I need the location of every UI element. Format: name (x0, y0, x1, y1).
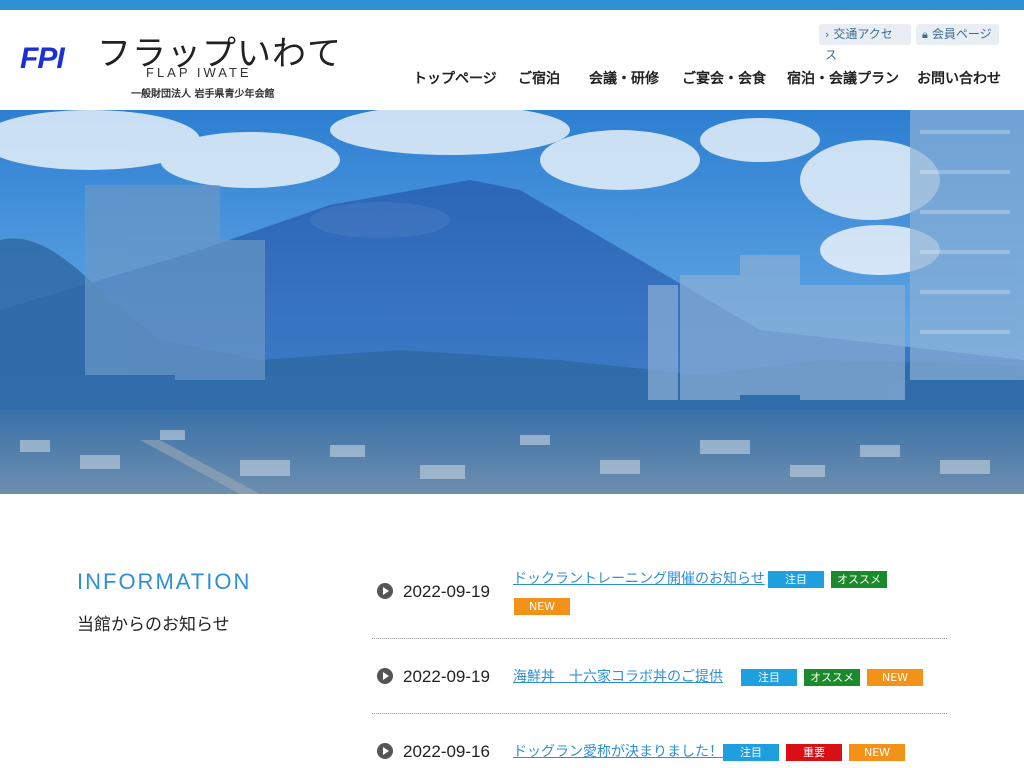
top-accent-bar (0, 0, 1024, 10)
chevron-right-icon: › (825, 28, 830, 41)
nav-contact[interactable]: お問い合わせ (917, 68, 1001, 88)
news-title-link[interactable]: ドックラントレーニング開催のお知らせ (513, 568, 765, 588)
news-date: 2022-09-16 (403, 742, 490, 761)
news-item: 2022-09-16 ドッグラン愛称が決まりました！ 注目 重要 NEW (372, 714, 947, 768)
tag-recommended: オススメ (804, 669, 860, 686)
tag-featured: 注目 (741, 669, 797, 686)
lock-icon: 🔒︎ (922, 28, 928, 41)
tag-important: 重要 (786, 744, 842, 761)
tag-recommended: オススメ (831, 571, 887, 588)
news-title-link[interactable]: ドッグラン愛称が決まりました！ (513, 741, 723, 761)
news-date: 2022-09-19 (403, 582, 490, 601)
tag-featured: 注目 (768, 571, 824, 588)
news-date: 2022-09-19 (403, 667, 490, 686)
nav-banquet[interactable]: ご宴会・会食 (682, 68, 766, 88)
information-heading: INFORMATION (77, 569, 252, 594)
tag-new: NEW (849, 744, 905, 761)
tag-featured: 注目 (723, 744, 779, 761)
nav-stay[interactable]: ご宿泊 (518, 68, 560, 88)
information-subheading: 当館からのお知らせ (77, 615, 230, 635)
tag-new: NEW (867, 669, 923, 686)
access-link-label: 交通アクセス (825, 27, 893, 62)
nav-plans[interactable]: 宿泊・会議プラン (787, 68, 899, 88)
logo-english: FLAP IWATE (146, 65, 252, 80)
news-item: 2022-09-19 海鮮丼 十六家コラボ丼のご提供 注目 オススメ NEW (372, 639, 947, 714)
play-icon (377, 583, 393, 599)
play-icon (377, 743, 393, 759)
hero-image (0, 110, 1024, 494)
nav-top-page[interactable]: トップページ (413, 68, 497, 88)
logo-mark[interactable]: FPI (20, 42, 65, 76)
access-link[interactable]: › 交通アクセス (819, 24, 911, 62)
nav-meeting[interactable]: 会議・研修 (589, 68, 659, 88)
news-item: 2022-09-19 ドックラントレーニング開催のお知らせ 注目 オススメ NE… (372, 560, 947, 639)
member-page-link[interactable]: 🔒︎ 会員ページ (916, 24, 999, 45)
site-header: FPI フラップいわて FLAP IWATE 一般財団法人 岩手県青少年会館 ›… (0, 10, 1024, 110)
play-icon (377, 668, 393, 684)
news-title-link[interactable]: 海鮮丼 十六家コラボ丼のご提供 (513, 666, 723, 686)
member-page-label: 会員ページ (931, 27, 992, 41)
tag-new: NEW (514, 598, 570, 615)
logo-organization: 一般財団法人 岩手県青少年会館 (131, 89, 275, 100)
